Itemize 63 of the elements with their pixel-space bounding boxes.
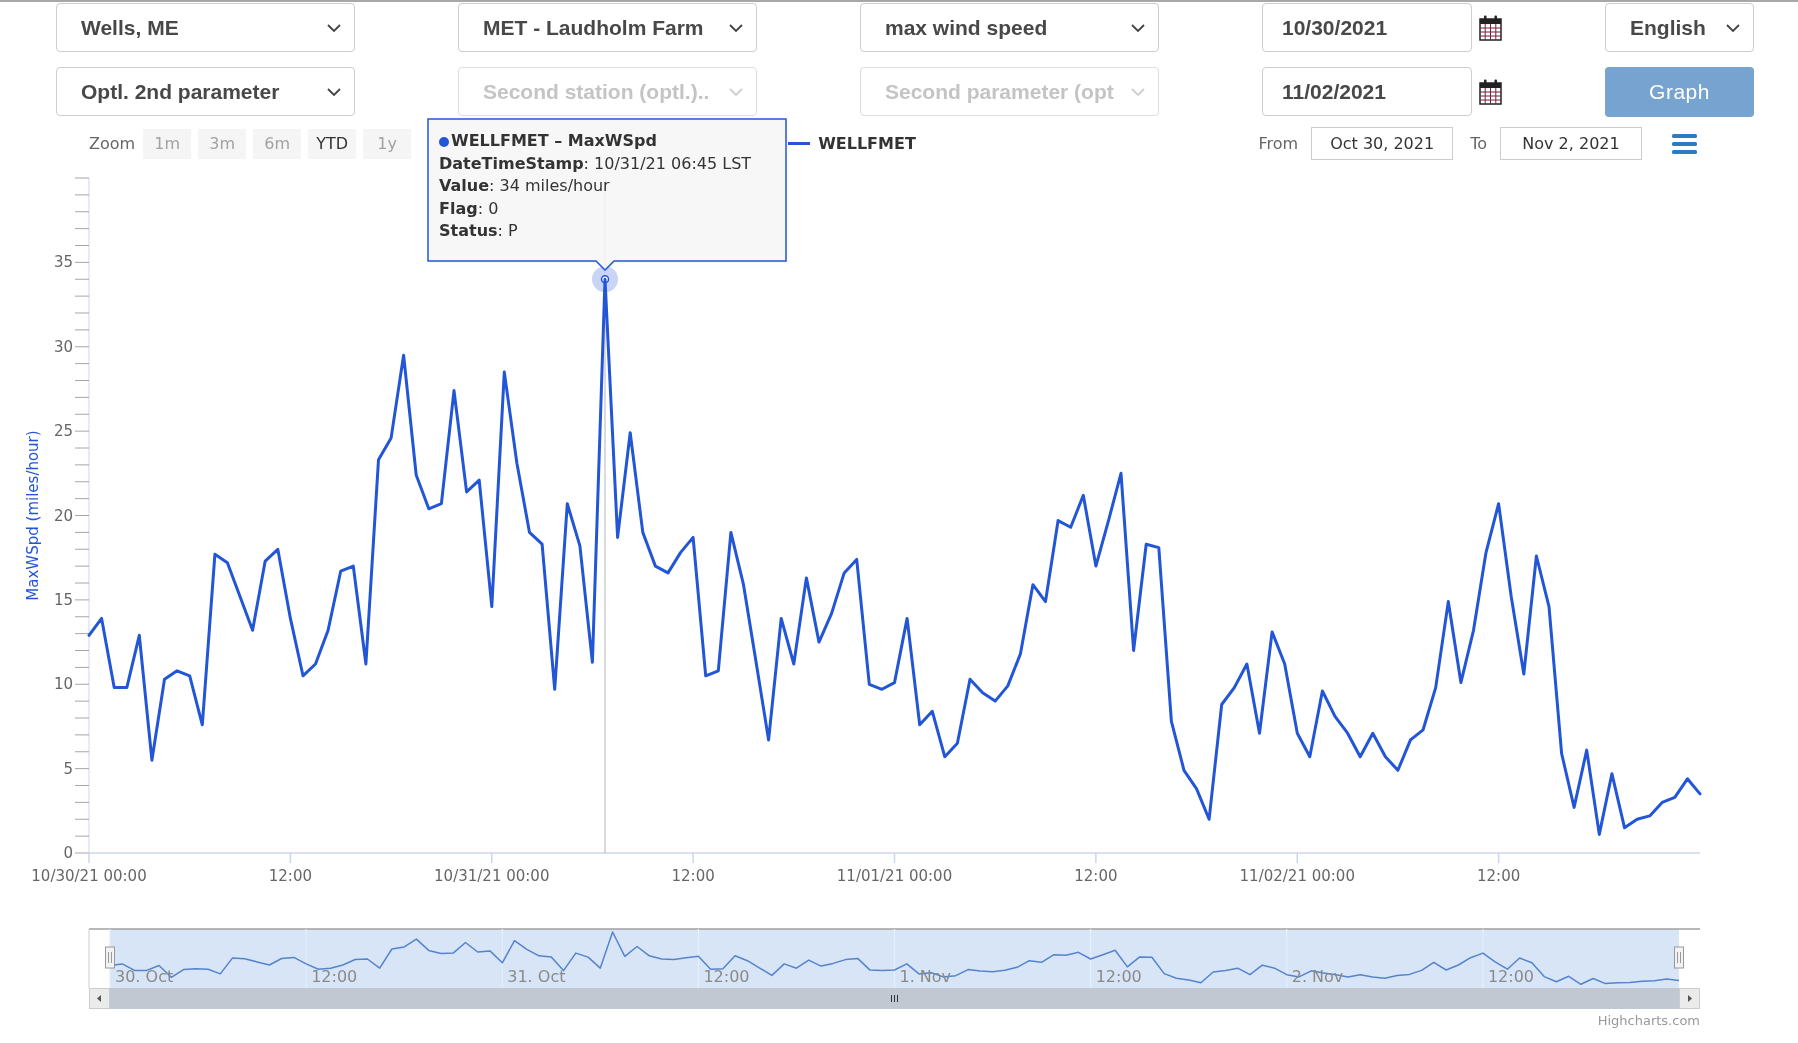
x-axis-label: 12:00: [1477, 867, 1521, 885]
y-axis-label: 0: [63, 844, 73, 862]
tooltip-line: Status: P: [439, 220, 518, 243]
calendar-icon[interactable]: [1479, 78, 1502, 105]
caret-right-icon: [1688, 995, 1692, 1002]
chevron-down-icon: [729, 23, 743, 32]
chevron-down-icon: [327, 23, 341, 32]
y-axis-label: 30: [53, 337, 73, 356]
navigator-label: 12:00: [1095, 967, 1142, 986]
zoom-label: Zoom: [89, 132, 136, 155]
tooltip-line: DateTimeStamp: 10/31/21 06:45 LST: [439, 152, 752, 175]
to-label: To: [1470, 132, 1487, 155]
navigator-label: 31. Oct: [507, 967, 566, 986]
range-button[interactable]: YTD: [308, 128, 357, 159]
dropdown[interactable]: Optl. 2nd parameter: [56, 67, 355, 116]
navigator-handle[interactable]: [1674, 946, 1684, 969]
x-axis-label: 12:00: [671, 867, 715, 885]
y-axis-label: 20: [53, 506, 73, 525]
x-axis-label: 10/30/21 00:00: [31, 867, 147, 885]
y-axis-label: 35: [53, 253, 73, 272]
chevron-down-icon: [729, 87, 743, 96]
series-line[interactable]: [87, 277, 1702, 836]
x-axis-label: 10/31/21 00:00: [434, 867, 550, 885]
calendar-icon[interactable]: [1479, 14, 1502, 41]
navigator-label: 12:00: [703, 967, 750, 986]
chevron-down-icon: [1131, 23, 1145, 32]
date-field[interactable]: 11/02/2021: [1262, 67, 1472, 116]
tooltip-line: Value: 34 miles/hour: [439, 175, 610, 198]
y-axis-title: MaxWSpd (miles/hour): [24, 430, 42, 601]
from-date-field[interactable]: Oct 30, 2021: [1311, 127, 1454, 160]
dropdown[interactable]: max wind speed: [860, 3, 1159, 52]
chevron-down-icon: [1726, 23, 1740, 32]
y-axis-label: 15: [53, 590, 73, 609]
scroll-right-button[interactable]: [1679, 988, 1700, 1009]
grip-icon: [891, 994, 898, 1003]
caret-left-icon: [97, 995, 101, 1002]
x-axis-label: 11/01/21 00:00: [836, 867, 953, 885]
tooltip-line: Flag: 0: [439, 197, 499, 220]
from-label: From: [1258, 132, 1299, 155]
x-axis-label: 12:00: [268, 867, 312, 885]
scrollbar-thumb[interactable]: [110, 988, 1679, 1009]
tooltip-title: WELLFMET – MaxWSpd: [451, 130, 657, 153]
dropdown[interactable]: English: [1605, 3, 1754, 52]
to-date-field[interactable]: Nov 2, 2021: [1500, 127, 1642, 160]
chevron-down-icon: [1131, 87, 1145, 96]
dropdown[interactable]: Wells, ME: [56, 3, 355, 52]
navigator-label: 30. Oct: [115, 967, 174, 986]
dropdown[interactable]: MET - Laudholm Farm: [458, 3, 757, 52]
menu-icon[interactable]: [1672, 133, 1697, 154]
chevron-down-icon: [327, 87, 341, 96]
y-axis-label: 5: [63, 759, 73, 778]
y-axis-label: 10: [53, 675, 73, 694]
date-field[interactable]: 10/30/2021: [1262, 3, 1472, 52]
legend-item[interactable]: WELLFMET: [788, 131, 916, 156]
x-axis-label: 11/02/21 00:00: [1239, 867, 1355, 885]
x-axis-label: 12:00: [1074, 867, 1118, 885]
navigator-label: 12:00: [311, 967, 358, 986]
hover-marker-icon: [592, 266, 618, 293]
navigator-selection[interactable]: [110, 929, 1679, 988]
navigator-label: 12:00: [1487, 967, 1534, 986]
y-axis-label: 25: [53, 422, 73, 441]
navigator-handle[interactable]: [105, 946, 115, 969]
scroll-left-button[interactable]: [89, 988, 110, 1009]
